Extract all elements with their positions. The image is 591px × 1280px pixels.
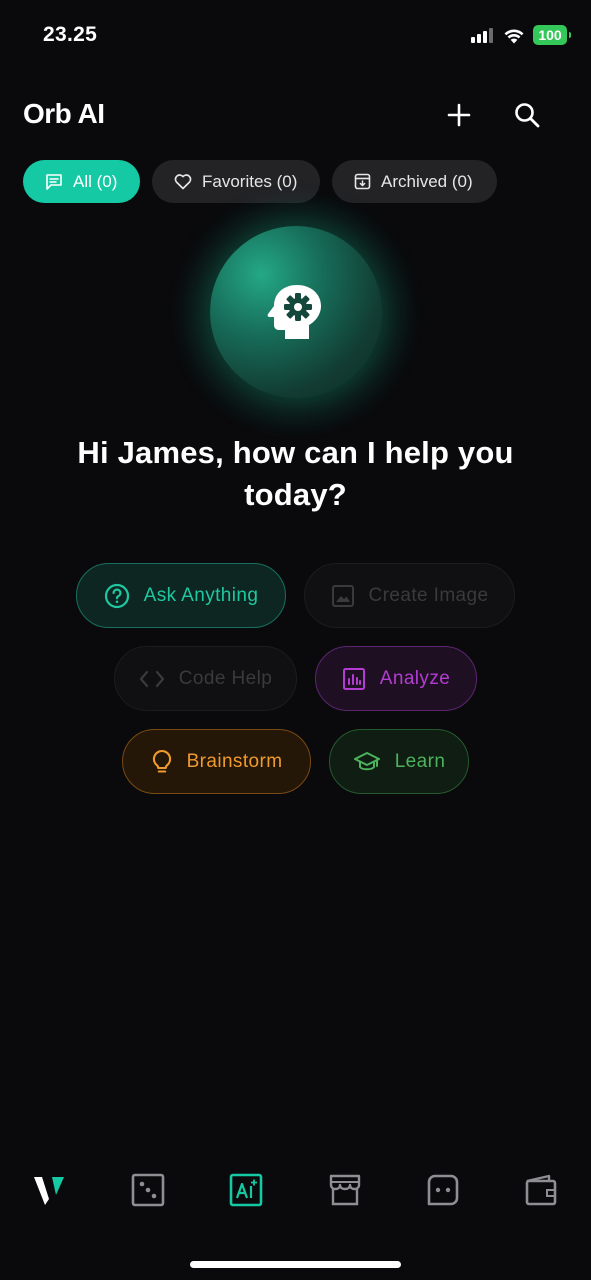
- tab-all[interactable]: All (0): [23, 160, 140, 203]
- wifi-icon: [504, 29, 524, 43]
- graduation-cap-icon: [353, 751, 380, 770]
- chat-bubble-icon: [427, 1174, 459, 1206]
- create-image-button[interactable]: Create Image: [304, 563, 515, 628]
- ask-anything-button[interactable]: Ask Anything: [76, 563, 286, 628]
- nav-ai[interactable]: [226, 1170, 266, 1210]
- brainstorm-button[interactable]: Brainstorm: [122, 729, 311, 794]
- code-help-label: Code Help: [178, 667, 273, 689]
- question-circle-icon: [104, 583, 129, 608]
- tab-archived[interactable]: Archived (0): [332, 160, 497, 203]
- image-icon: [331, 584, 354, 607]
- code-icon: [139, 670, 164, 687]
- tab-archived-label: Archived (0): [381, 171, 473, 191]
- status-time: 23.25: [43, 23, 98, 46]
- app-header: Orb AI: [0, 90, 591, 140]
- search-icon: [515, 103, 540, 128]
- lightbulb-icon: [152, 749, 171, 773]
- nav-store[interactable]: [325, 1170, 365, 1210]
- learn-label: Learn: [394, 750, 446, 772]
- ai-icon: [229, 1173, 263, 1207]
- analyze-label: Analyze: [379, 667, 451, 689]
- battery-indicator: 100: [533, 25, 571, 45]
- bar-chart-icon: [342, 667, 365, 690]
- signal-icon: [471, 28, 493, 43]
- nav-home[interactable]: [29, 1170, 69, 1210]
- status-icons: 100: [471, 25, 571, 45]
- archive-icon: [354, 173, 371, 190]
- dice-icon: [131, 1173, 165, 1207]
- brainstorm-label: Brainstorm: [186, 750, 283, 772]
- search-button[interactable]: [510, 98, 544, 132]
- chat-icon: [46, 173, 62, 190]
- store-icon: [329, 1174, 361, 1206]
- tab-favorites-label: Favorites (0): [202, 171, 298, 191]
- create-image-label: Create Image: [368, 584, 489, 606]
- nav-messages[interactable]: [423, 1170, 463, 1210]
- ask-anything-label: Ask Anything: [143, 584, 259, 606]
- app-title: Orb AI: [23, 98, 105, 129]
- code-help-button[interactable]: Code Help: [114, 646, 297, 711]
- nav-wallet[interactable]: [521, 1170, 561, 1210]
- wallet-icon: [525, 1174, 557, 1206]
- heart-icon: [174, 174, 192, 190]
- new-chat-button[interactable]: [442, 98, 476, 132]
- tab-all-label: All (0): [73, 171, 118, 191]
- bottom-nav: [0, 1160, 591, 1220]
- ai-orb[interactable]: [210, 226, 382, 398]
- plus-icon: [447, 103, 471, 127]
- head-gear-icon: [267, 285, 321, 339]
- analyze-button[interactable]: Analyze: [315, 646, 477, 711]
- learn-button[interactable]: Learn: [329, 729, 469, 794]
- nav-games[interactable]: [128, 1170, 168, 1210]
- home-indicator[interactable]: [190, 1261, 401, 1268]
- brand-logo-icon: [34, 1177, 64, 1205]
- greeting-text: Hi James, how can I help you today?: [77, 435, 514, 512]
- status-bar: 23.25 100: [0, 0, 591, 70]
